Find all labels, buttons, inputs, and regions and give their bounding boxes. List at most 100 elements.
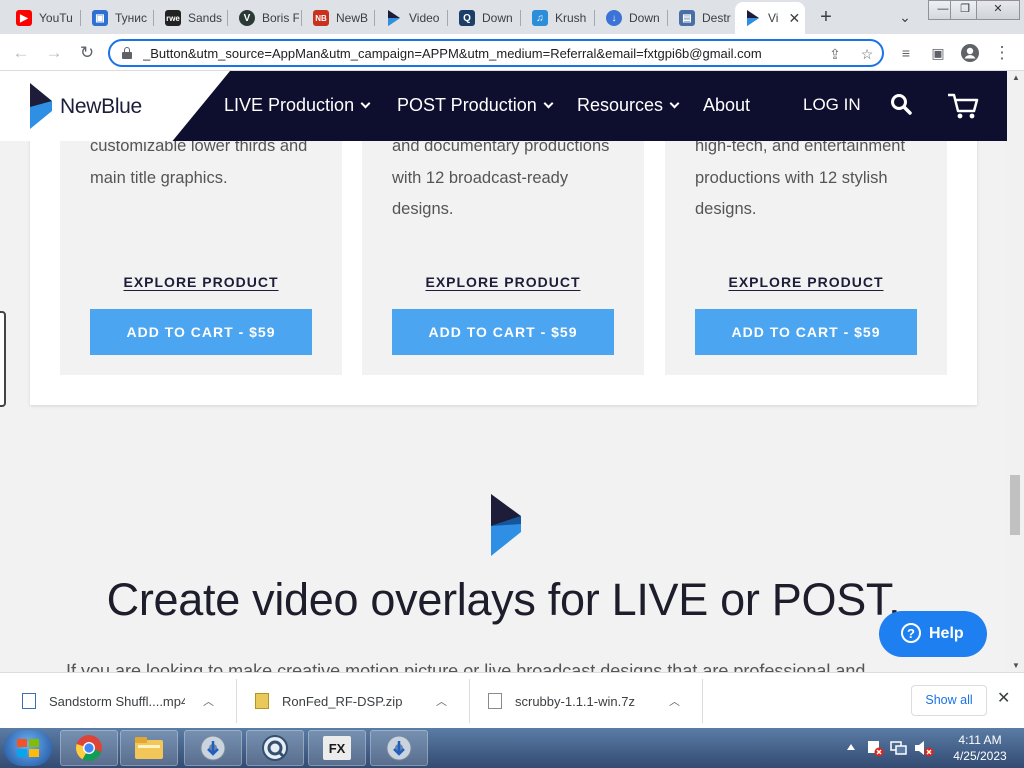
chevron-up-icon[interactable]: ︿ [669,693,680,709]
add-to-cart-button[interactable]: ADD TO CART - $59 [90,309,312,355]
page-scrollbar[interactable]: ▲ ▼ [1007,71,1024,672]
tab-search-button[interactable]: ⌄ [893,6,917,30]
browser-tab[interactable]: NB NewB [303,4,373,32]
browser-tab[interactable]: ▶ YouTu [6,4,80,32]
network-icon[interactable] [890,739,908,757]
file-icon [488,693,502,709]
page-viewport: customizable lower thirds and main title… [0,71,1024,672]
scrollbar-thumb[interactable] [1010,475,1020,535]
volume-muted-icon[interactable] [914,739,934,757]
address-bar[interactable]: _Button&utm_source=AppMan&utm_campaign=A… [108,39,884,67]
newblue-icon [386,10,402,26]
taskbar-clock[interactable]: 4:11 AM 4/25/2023 [944,732,1016,764]
browser-tab[interactable]: ▣ Тунис [82,4,152,32]
folder-icon [135,737,163,759]
video-file-icon [22,693,36,709]
download-item[interactable]: scrubby-1.1.1-win.7z ︿ [488,673,680,729]
chrome-icon [76,735,102,762]
new-tab-button[interactable]: + [814,6,838,30]
nav-live-production[interactable]: LIVE Production [224,95,371,116]
browser-tab[interactable]: ♫ Krush [522,4,592,32]
chevron-up-icon[interactable]: ︿ [436,693,447,709]
help-button[interactable]: ? Help [879,611,987,657]
taskbar-quicktime[interactable] [246,730,304,766]
fx-icon: FX [323,736,351,760]
installer-disc-icon [386,735,412,761]
profile-avatar-icon[interactable] [957,40,983,66]
scroll-up-arrow-icon[interactable]: ▲ [1012,73,1020,82]
newblue-mark-icon [491,494,521,556]
reading-list-icon[interactable]: ≡ [893,40,919,66]
section-body-text: If you are looking to make creative moti… [66,661,866,672]
browser-tab[interactable]: ↓ Down [596,4,666,32]
product-description: and documentary productions with 12 broa… [392,137,610,218]
browser-tab[interactable]: rwe Sands [155,4,225,32]
installer-disc-icon [200,735,226,761]
cart-icon[interactable] [947,92,979,120]
newblue-icon [745,10,761,26]
clock-time: 4:11 AM [958,733,1002,747]
logo-area[interactable]: NewBlue [0,71,230,141]
product-description: high-tech, and entertainment productions… [695,137,906,218]
nav-post-production[interactable]: POST Production [397,95,554,116]
login-link[interactable]: LOG IN [803,95,861,115]
taskbar-chrome[interactable] [60,730,118,766]
browser-tab-strip: ▶ YouTu ▣ Тунис rwe Sands V Boris F NB N… [0,0,1024,34]
zip-file-icon [255,693,269,709]
show-hidden-icons-icon[interactable] [846,743,856,751]
add-to-cart-button[interactable]: ADD TO CART - $59 [392,309,614,355]
explore-product-link[interactable]: EXPLORE PRODUCT [90,274,312,290]
taskbar-installer-2[interactable] [370,730,428,766]
action-center-icon[interactable] [866,739,884,757]
browser-tab[interactable]: Video [376,4,446,32]
nav-resources[interactable]: Resources [577,95,680,116]
music-icon: ♫ [532,10,548,26]
v-icon: V [239,10,255,26]
search-icon[interactable] [890,93,912,115]
side-widget-tab[interactable] [0,311,6,407]
taskbar-explorer[interactable] [120,730,178,766]
explore-product-link[interactable]: EXPLORE PRODUCT [392,274,614,290]
window-close-button[interactable]: ✕ [976,0,1020,20]
browser-tab[interactable]: ▤ Destr [669,4,735,32]
newblue-logo-icon [30,83,52,129]
close-shelf-icon[interactable]: ✕ [997,688,1010,708]
q-app-icon [262,735,288,761]
forward-button[interactable]: → [41,40,67,66]
lock-icon[interactable] [122,47,132,59]
download-item[interactable]: RonFed_RF-DSP.zip ︿ [255,673,447,729]
url-text[interactable]: _Button&utm_source=AppMan&utm_campaign=A… [143,46,823,61]
chevron-up-icon[interactable]: ︿ [203,693,214,709]
rwe-icon: rwe [165,10,181,26]
taskbar-fx-app[interactable]: FX [308,730,366,766]
add-to-cart-button[interactable]: ADD TO CART - $59 [695,309,917,355]
scroll-down-arrow-icon[interactable]: ▼ [1012,661,1020,670]
chevron-down-icon [669,98,680,109]
browser-tab[interactable]: Q Down [449,4,519,32]
nb-icon: NB [313,10,329,26]
browser-tab-active[interactable]: Vi ✕ [735,2,805,34]
windows-taskbar: FX 4:11 AM 4/25/2023 [0,728,1024,768]
side-panel-icon[interactable]: ▣ [925,40,951,66]
browser-toolbar: ← → ↻ _Button&utm_source=AppMan&utm_camp… [0,34,1024,71]
browser-tab[interactable]: V Boris F [229,4,299,32]
close-tab-icon[interactable]: ✕ [788,10,800,27]
reload-button[interactable]: ↻ [74,40,100,66]
explore-product-link[interactable]: EXPLORE PRODUCT [695,274,917,290]
svg-text:FX: FX [329,741,346,756]
download-item[interactable]: Sandstorm Shuffl....mp4 ︿ [22,673,214,729]
bookmark-star-icon[interactable]: ☆ [858,45,876,63]
show-all-button[interactable]: Show all [911,685,987,716]
logo-text: NewBlue [60,95,142,118]
pin-icon: ↓ [606,10,622,26]
share-icon[interactable]: ⇪ [826,45,844,63]
page-icon: ▣ [92,10,108,26]
q-icon: Q [459,10,475,26]
nav-about[interactable]: About [703,95,750,116]
windows-logo-icon [17,739,39,757]
menu-dots-icon[interactable]: ⋮ [989,40,1015,66]
youtube-icon: ▶ [16,10,32,26]
back-button[interactable]: ← [8,40,34,66]
start-button[interactable] [4,730,52,766]
taskbar-installer[interactable] [184,730,242,766]
